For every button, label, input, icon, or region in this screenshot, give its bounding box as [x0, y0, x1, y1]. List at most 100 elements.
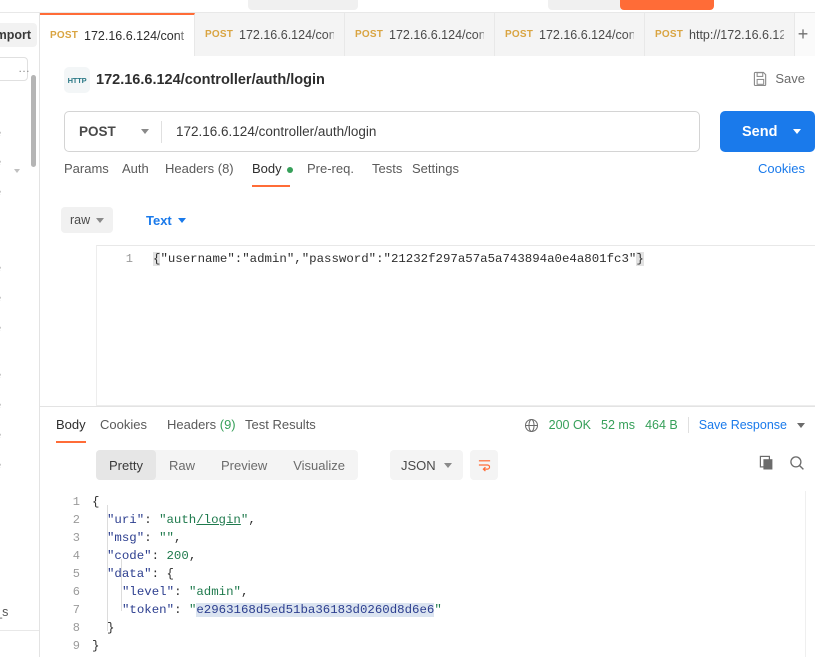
more-dots-icon[interactable]: … — [18, 61, 31, 75]
response-code-line[interactable]: } — [92, 639, 99, 653]
request-body-editor[interactable]: 1 {"username":"admin","password":"21232f… — [96, 245, 815, 406]
save-disk-icon — [754, 71, 767, 86]
response-code-line[interactable]: { — [92, 495, 99, 509]
tab-method-label: POST — [205, 29, 234, 40]
tab-text-fade — [626, 13, 644, 56]
chevron-down-icon[interactable] — [793, 129, 801, 134]
response-code-line[interactable]: "level": "admin", — [122, 585, 248, 599]
response-view-mode-group: Pretty Raw Preview Visualize — [96, 450, 359, 480]
request-section-tabs: Params Auth Headers (8) Body Pre-req. Te… — [40, 161, 815, 193]
tab-method-label: POST — [355, 29, 384, 40]
response-code-line[interactable]: "data": { — [107, 567, 174, 581]
sidebar-item[interactable]: e — [0, 126, 1, 140]
line-number: 3 — [72, 531, 80, 545]
sidebar-item[interactable]: e — [0, 291, 1, 305]
request-body-code[interactable]: {"username":"admin","password":"21232f29… — [153, 252, 644, 266]
line-number: 5 — [72, 567, 80, 581]
body-format-selector[interactable]: Text — [137, 207, 195, 233]
save-response-button[interactable]: Save Response — [699, 418, 787, 432]
sidebar-scrollbar[interactable] — [31, 75, 36, 167]
body-mode-label: raw — [70, 213, 91, 227]
request-tab[interactable]: POST 172.16.6.124/controll — [495, 13, 645, 56]
tab-name-label: 172.16.6.124/controll — [239, 27, 334, 42]
sidebar-footer-item[interactable]: er_s — [0, 605, 8, 619]
body-format-label: Text — [146, 212, 172, 228]
response-code-line[interactable]: } — [107, 621, 114, 635]
sidebar-item[interactable]: e — [0, 398, 1, 412]
postman-window: Import … e e e e e e e e e e er_s POST 1… — [0, 0, 815, 657]
method-selector[interactable]: POST — [65, 112, 161, 151]
chevron-down-icon — [177, 217, 186, 223]
status-badge: 200 OK — [548, 418, 592, 432]
line-number: 4 — [72, 549, 80, 563]
send-label: Send — [742, 123, 778, 140]
view-mode-preview[interactable]: Preview — [208, 450, 280, 480]
tab-params[interactable]: Params — [64, 161, 109, 176]
line-number: 2 — [72, 513, 80, 527]
sidebar-item[interactable]: e — [0, 321, 1, 335]
sidebar-item[interactable]: e — [0, 155, 1, 169]
cookies-link[interactable]: Cookies — [758, 161, 805, 176]
top-partial-button-1[interactable] — [248, 0, 358, 10]
save-button[interactable]: Save — [753, 71, 805, 86]
response-headers-label: Headers — [167, 417, 220, 432]
request-tab[interactable]: POST 172.16.6.124/controll — [345, 13, 495, 56]
request-tab[interactable]: POST 172.16.6.124/controll — [195, 13, 345, 56]
sidebar-item[interactable]: e — [0, 185, 1, 199]
response-time: 52 ms — [601, 418, 636, 432]
search-icon[interactable] — [789, 455, 805, 471]
response-toolbar: Pretty Raw Preview Visualize JSON — [40, 450, 815, 484]
response-headers-count: (9) — [219, 417, 236, 432]
body-mode-selector[interactable]: raw — [61, 207, 114, 233]
response-scrollbar[interactable] — [805, 491, 815, 657]
response-tab-cookies[interactable]: Cookies — [100, 417, 147, 432]
response-body-viewer[interactable]: 1{2 "uri": "auth/login", 3 "msg": "", 4 "code… — [40, 491, 815, 657]
request-tab[interactable]: POST http://172.16.6.124/c — [645, 13, 795, 56]
tab-text-fade — [476, 13, 494, 56]
word-wrap-button[interactable] — [470, 450, 498, 480]
view-mode-pretty[interactable]: Pretty — [96, 450, 156, 480]
line-number: 1 — [72, 495, 80, 509]
sidebar-item[interactable]: e — [0, 428, 1, 442]
new-tab-button[interactable]: + — [793, 24, 813, 44]
tab-name-label: 172.16.6.124/controll — [539, 27, 634, 42]
sidebar-item[interactable]: e — [0, 458, 1, 472]
response-code-line[interactable]: "msg": "", — [107, 531, 181, 545]
tab-auth[interactable]: Auth — [122, 161, 149, 176]
active-tab-underline — [252, 185, 290, 187]
view-mode-visualize[interactable]: Visualize — [280, 450, 358, 480]
response-header: Body Cookies Headers (9) Test Results 20… — [40, 406, 815, 444]
response-toolbar-icons — [759, 455, 805, 471]
tab-headers[interactable]: Headers (8) — [165, 161, 234, 176]
chevron-down-icon[interactable] — [797, 422, 805, 428]
response-tab-body[interactable]: Body — [56, 417, 86, 432]
chevron-down-icon — [443, 462, 452, 468]
view-mode-raw[interactable]: Raw — [156, 450, 208, 480]
response-meta: 200 OK 52 ms 464 B Save Response — [524, 417, 805, 433]
send-button[interactable]: Send — [720, 111, 815, 152]
body-type-row: raw Text — [40, 207, 815, 239]
tab-body[interactable]: Body — [252, 161, 293, 176]
url-input[interactable]: 172.16.6.124/controller/auth/login — [162, 124, 699, 139]
response-code-line[interactable]: "uri": "auth/login", — [107, 513, 256, 527]
sidebar-bottom-divider — [0, 630, 39, 631]
indent-guide — [121, 559, 122, 611]
request-title-row: HTTP 172.16.6.124/controller/auth/login … — [40, 56, 815, 104]
line-number: 7 — [72, 603, 80, 617]
import-button[interactable]: Import — [0, 23, 37, 47]
sidebar-item[interactable]: e — [0, 368, 1, 382]
sidebar-item[interactable]: e — [0, 261, 1, 275]
response-tab-test-results[interactable]: Test Results — [245, 417, 316, 432]
line-number: 8 — [72, 621, 80, 635]
response-tab-headers[interactable]: Headers (9) — [167, 417, 236, 432]
word-wrap-icon — [478, 460, 490, 472]
copy-icon[interactable] — [759, 455, 775, 471]
response-format-selector[interactable]: JSON — [390, 450, 463, 480]
tab-prerequest[interactable]: Pre-req. — [307, 161, 354, 176]
window-top-strip — [0, 0, 815, 13]
tab-tests[interactable]: Tests — [372, 161, 402, 176]
tab-settings[interactable]: Settings — [412, 161, 459, 176]
request-tab[interactable]: POST 172.16.6.124/controll — [40, 13, 195, 56]
top-partial-primary-button[interactable] — [620, 0, 714, 10]
response-code-line[interactable]: "token": "e2963168d5ed51ba36183d0260d8d6… — [122, 603, 442, 617]
